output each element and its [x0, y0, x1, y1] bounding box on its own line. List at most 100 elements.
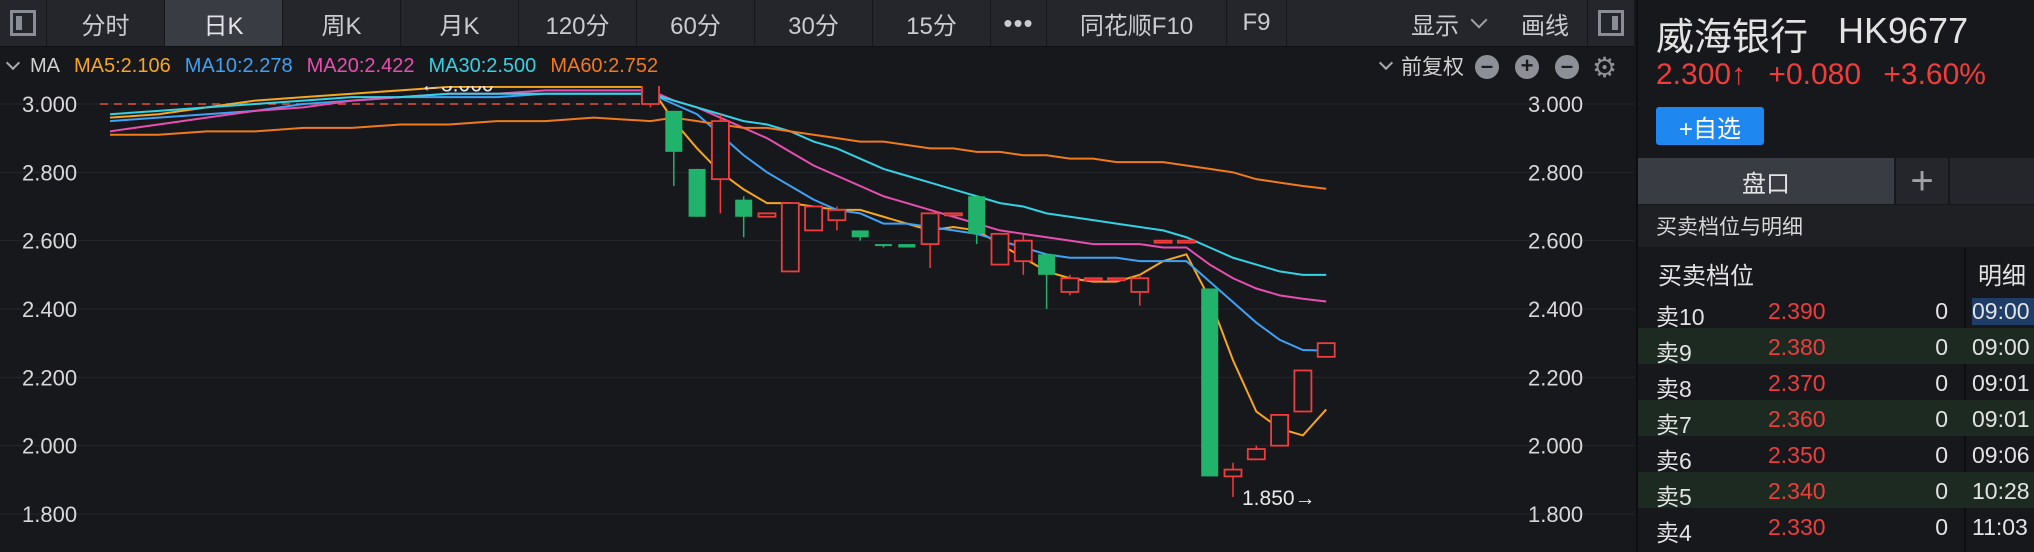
candle-body — [898, 244, 916, 248]
candle-body — [757, 212, 777, 218]
display-label: 显示 — [1411, 12, 1459, 40]
more-periods-button[interactable]: ••• — [991, 0, 1047, 46]
ma30-value: MA30:2.500 — [428, 54, 537, 77]
order-book-row[interactable]: 卖10 2.390 0 09:00 — [1638, 292, 2034, 330]
y-tick-label-left: 2.600 — [22, 229, 77, 254]
tab-120min[interactable]: 120分 — [519, 0, 637, 46]
trade-time: 11:03 — [1972, 514, 2028, 540]
candle-body — [1223, 468, 1243, 478]
candle-body — [688, 168, 706, 217]
candle-body — [735, 199, 753, 217]
order-book-list: 卖10 2.390 0 09:00 卖9 2.380 0 09:00 卖8 2.370 0 09:01… — [1638, 292, 2034, 546]
minus-icon[interactable]: – — [1475, 55, 1499, 79]
tab-30min[interactable]: 30分 — [755, 0, 873, 46]
ma-legend: MA MA5:2.106 MA10:2.278 MA20:2.422 MA30:… — [0, 47, 1634, 85]
order-book-row[interactable]: 卖7 2.360 0 09:01 — [1638, 400, 2034, 438]
chevron-down-icon — [1470, 11, 1488, 29]
display-menu[interactable]: 显示 — [1393, 0, 1503, 46]
candle-body — [1293, 369, 1313, 413]
candle-body — [990, 232, 1010, 266]
y-tick-label-left: 3.000 — [22, 92, 77, 117]
y-tick-label-right: 3.000 — [1528, 92, 1583, 117]
level-quantity: 0 — [1935, 298, 1948, 324]
zoom-in-icon[interactable]: + — [1515, 55, 1539, 79]
tab-daily-k[interactable]: 日K — [165, 0, 283, 46]
candle-body — [1060, 277, 1080, 293]
candle-body — [968, 196, 986, 234]
level-label: 卖5 — [1656, 484, 1692, 510]
tab-weekly-k[interactable]: 周K — [283, 0, 401, 46]
stock-code: HK9677 — [1838, 10, 1969, 51]
col-levels[interactable]: 买卖档位 — [1658, 256, 1754, 291]
add-tab-button[interactable]: + — [1896, 158, 1948, 204]
stock-name: 威海银行 — [1656, 17, 1809, 59]
order-book-header: 买卖档位 明细 — [1638, 248, 2034, 292]
level-price: 2.350 — [1768, 442, 1826, 468]
candle-body — [1107, 277, 1126, 282]
ma20-value: MA20:2.422 — [306, 54, 415, 77]
level-price: 2.390 — [1768, 298, 1826, 324]
order-book-row[interactable]: 卖6 2.350 0 09:06 — [1638, 436, 2034, 474]
ma-label: MA — [30, 54, 60, 77]
level-price: 2.380 — [1768, 334, 1826, 360]
y-tick-label-left: 2.000 — [22, 434, 77, 459]
tab-minute[interactable]: 分时 — [47, 0, 165, 46]
level-quantity: 0 — [1935, 334, 1948, 360]
candle-body — [665, 110, 683, 152]
order-book-row[interactable]: 卖9 2.380 0 09:00 — [1638, 328, 2034, 366]
tab-60min[interactable]: 60分 — [637, 0, 755, 46]
col-details[interactable]: 明细 — [1978, 256, 2026, 291]
y-tick-label-right: 2.000 — [1528, 434, 1583, 459]
zoom-out-icon[interactable]: – — [1555, 55, 1579, 79]
candle-body — [711, 120, 730, 181]
candle-body — [1177, 239, 1196, 244]
chevron-down-icon[interactable] — [5, 55, 21, 71]
f9-button[interactable]: F9 — [1227, 0, 1287, 46]
quote-line: 2.300↑ +0.080 +3.60% — [1656, 58, 2000, 92]
ma5-value: MA5:2.106 — [74, 54, 171, 77]
ma10-value: MA10:2.278 — [184, 54, 293, 77]
adjust-label: 前复权 — [1401, 56, 1464, 79]
candle-body — [1013, 239, 1033, 263]
last-price: 2.300↑ — [1656, 58, 1747, 91]
adjust-dropdown[interactable]: 前复权 — [1373, 47, 1464, 85]
f10-button[interactable]: 同花顺F10 — [1047, 0, 1227, 46]
y-tick-label-right: 2.400 — [1528, 297, 1583, 322]
toggle-right-panel-button[interactable] — [1587, 0, 1634, 46]
trade-time: 10:28 — [1972, 478, 2030, 504]
level-price: 2.340 — [1768, 478, 1826, 504]
kline-chart[interactable]: 3.000 3.000 2.800 2.800 2.600 2.600 2.400 2.400… — [0, 86, 1634, 552]
period-toolbar: 分时 日K 周K 月K 120分 60分 30分 15分 ••• 同花顺F10 … — [0, 0, 1634, 47]
low-price-label: 1.850→ — [1242, 487, 1316, 510]
order-book-row[interactable]: 卖4 2.330 0 11:03 — [1638, 508, 2034, 546]
candle-body — [1130, 277, 1150, 293]
level-label: 卖9 — [1656, 340, 1692, 366]
y-tick-label-left: 1.800 — [22, 502, 77, 527]
add-watchlist-button[interactable]: +自选 — [1656, 107, 1764, 145]
quote-panel: 威海银行 HK9677 2.300↑ +0.080 +3.60% +自选 盘口 … — [1636, 0, 2034, 552]
toggle-left-panel-button[interactable] — [0, 0, 47, 46]
price-change-pct: +3.60% — [1883, 58, 1986, 91]
y-tick-label-left: 2.800 — [22, 160, 77, 185]
candle-body — [1246, 448, 1266, 461]
y-tick-label-right: 2.200 — [1528, 365, 1583, 390]
level-quantity: 0 — [1935, 514, 1948, 540]
panel-subtitle: 买卖档位与明细 — [1638, 205, 2034, 247]
order-book-row[interactable]: 卖8 2.370 0 09:01 — [1638, 364, 2034, 402]
gear-icon[interactable]: ⚙ — [1592, 51, 1617, 84]
order-book-row[interactable]: 卖5 2.340 0 10:28 — [1638, 472, 2034, 510]
price-change: +0.080 — [1768, 58, 1862, 91]
candle-body — [1316, 342, 1336, 358]
draw-label: 画线 — [1521, 12, 1569, 40]
y-tick-label-right: 2.600 — [1528, 229, 1583, 254]
draw-line-button[interactable]: 画线 — [1503, 0, 1587, 46]
tab-15min[interactable]: 15分 — [873, 0, 991, 46]
candle-body — [1201, 288, 1219, 477]
tab-order-book[interactable]: 盘口 — [1638, 158, 1894, 204]
tab-monthly-k[interactable]: 月K — [401, 0, 519, 46]
candle-body — [1270, 414, 1289, 447]
ma60-value: MA60:2.752 — [550, 54, 659, 77]
candle-body — [851, 230, 869, 238]
y-tick-label-left: 2.200 — [22, 365, 77, 390]
trade-time: 09:00 — [1972, 334, 2030, 360]
